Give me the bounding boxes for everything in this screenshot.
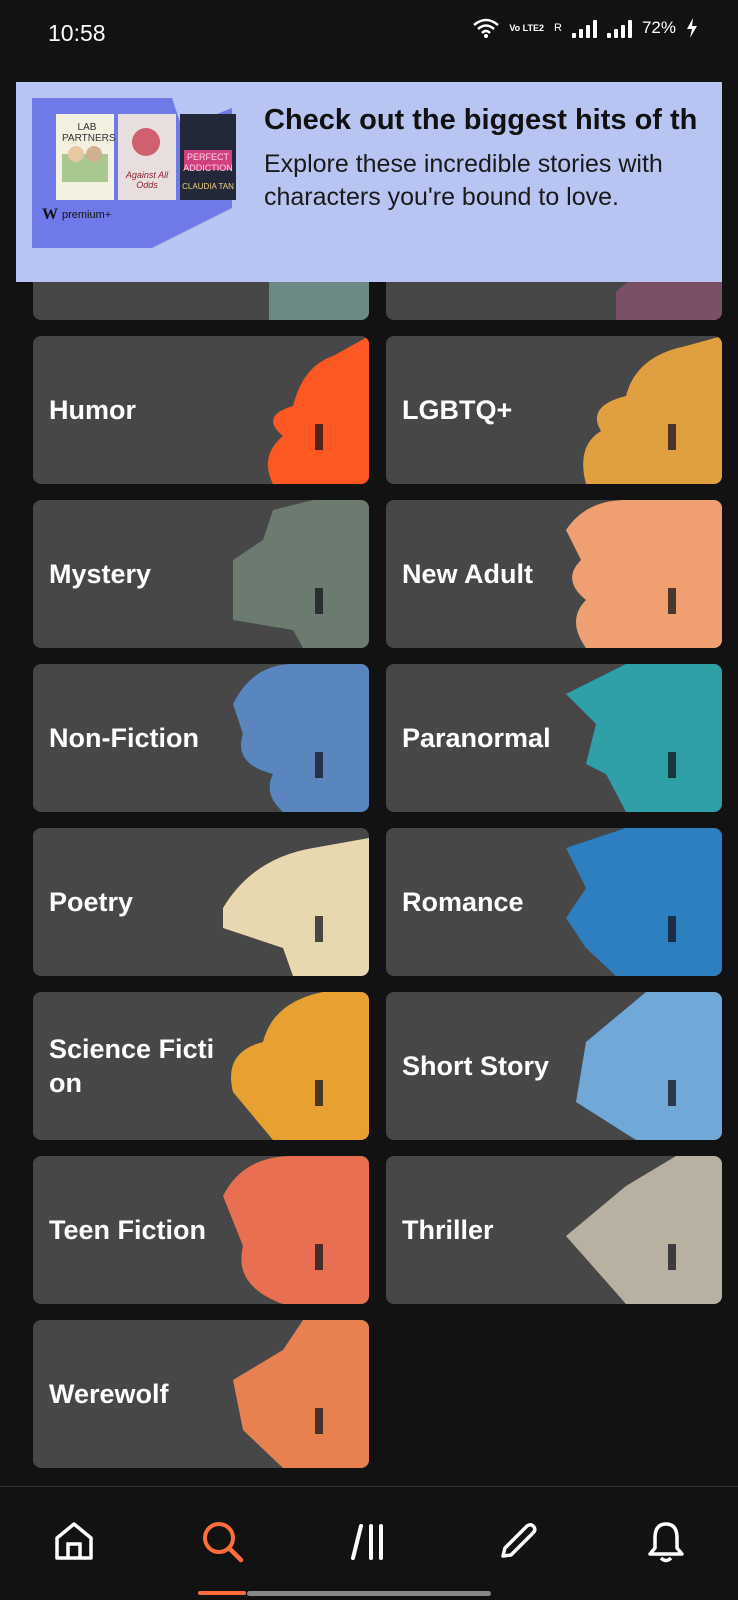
category-art-shape: [566, 828, 722, 976]
banner-subtitle: Explore these incredible stories with ch…: [264, 150, 663, 211]
category-tile-teen-fiction[interactable]: Teen Fiction: [33, 1156, 369, 1304]
category-art-shape: [233, 664, 369, 812]
category-tile-thriller[interactable]: Thriller: [386, 1156, 722, 1304]
category-art-shape: [223, 838, 369, 976]
category-label: LGBTQ+: [402, 395, 513, 425]
category-tile-short-story[interactable]: Short Story: [386, 992, 722, 1140]
category-label: Short Story: [402, 1051, 550, 1081]
category-art-shape: [576, 992, 722, 1140]
category-art-figure: [315, 1080, 323, 1106]
wattpad-w-icon: W: [42, 206, 58, 223]
nav-library[interactable]: [342, 1513, 398, 1569]
nav-home[interactable]: [46, 1513, 102, 1569]
nav-search[interactable]: [194, 1513, 250, 1569]
category-tile-paranormal[interactable]: Paranormal: [386, 664, 722, 812]
category-art-shape: [566, 500, 722, 648]
library-icon: [351, 1524, 383, 1560]
nav-write[interactable]: [490, 1513, 546, 1569]
category-art-shape: [233, 500, 369, 648]
banner-book3-author: CLAUDIA TAN: [182, 182, 234, 191]
banner-book1-title: LAB PARTNERS: [62, 122, 116, 144]
search-icon: [203, 1522, 244, 1563]
category-art-shape: [566, 1156, 722, 1304]
category-art-figure: [315, 916, 323, 942]
category-art-figure: [668, 424, 676, 450]
category-art-figure: [315, 1408, 323, 1434]
category-art-figure: [315, 752, 323, 778]
bottom-navigation: [0, 1486, 738, 1600]
notifications-icon: [648, 1522, 684, 1563]
category-tile-romance[interactable]: Romance: [386, 828, 722, 976]
category-label: Paranormal: [402, 723, 551, 753]
category-tile-lgbtq[interactable]: LGBTQ+: [386, 336, 722, 484]
category-art-shape: [223, 1156, 369, 1304]
category-tile-werewolf[interactable]: Werewolf: [33, 1320, 369, 1468]
category-label: Romance: [402, 887, 524, 917]
category-art-figure: [668, 1244, 676, 1270]
category-tile-science-fiction[interactable]: Science Fiction: [33, 992, 369, 1140]
category-label: Teen Fiction: [49, 1215, 207, 1245]
category-label: Humor: [49, 395, 136, 425]
category-tile-humor[interactable]: Humor: [33, 336, 369, 484]
category-art-figure: [315, 588, 323, 614]
category-label: Mystery: [49, 559, 152, 589]
category-label: Poetry: [49, 887, 134, 917]
category-label: New Adult: [402, 559, 533, 589]
category-art-shape: [583, 336, 722, 484]
category-tile-new-adult[interactable]: New Adult: [386, 500, 722, 648]
banner-book2-title: Against All Odds: [125, 170, 169, 190]
write-icon: [501, 1522, 537, 1558]
category-art-figure: [668, 1080, 676, 1106]
category-art-shape: [231, 992, 369, 1140]
category-tile-non-fiction[interactable]: Non-Fiction: [33, 664, 369, 812]
category-tile-poetry[interactable]: Poetry: [33, 828, 369, 976]
category-label: Werewolf: [49, 1379, 169, 1409]
category-art-figure: [668, 588, 676, 614]
banner-title: Check out the biggest hits of th: [264, 104, 698, 136]
banner-book3-title: PERFECT ADDICTION: [183, 152, 233, 173]
nav-notifications[interactable]: [638, 1513, 694, 1569]
category-art-figure: [315, 1244, 323, 1270]
category-label: Science Fiction: [49, 1034, 215, 1098]
home-icon: [55, 1522, 93, 1560]
category-art-figure: [668, 916, 676, 942]
active-tab-indicator: [198, 1591, 246, 1595]
category-label: Non-Fiction: [49, 723, 199, 753]
category-art-shape: [233, 1320, 369, 1468]
premium-logo: W premium+: [42, 206, 111, 224]
gesture-home-bar: [247, 1591, 491, 1596]
category-art-shape: [267, 336, 369, 484]
premium-label: premium+: [62, 209, 112, 221]
category-art-figure: [668, 752, 676, 778]
category-label: Thriller: [402, 1215, 494, 1245]
promo-banner[interactable]: LAB PARTNERS Against All Odds PERFECT AD…: [16, 82, 722, 282]
category-art-shape: [566, 664, 722, 812]
category-tile-mystery[interactable]: Mystery: [33, 500, 369, 648]
category-art-figure: [315, 424, 323, 450]
